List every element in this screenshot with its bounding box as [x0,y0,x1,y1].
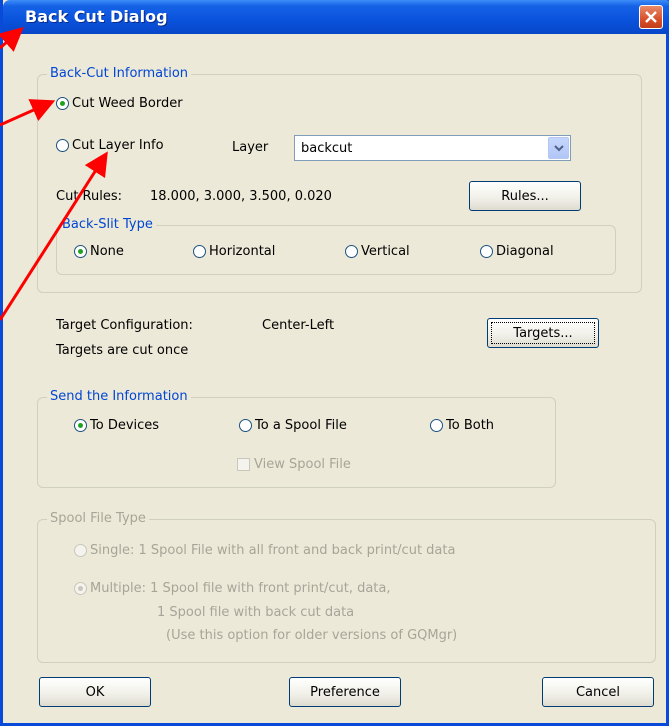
targets-cut-once: Targets are cut once [56,343,189,358]
spool-multiple-line2: 1 Spool file with back cut data [157,605,355,620]
radio-label: Cut Layer Info [72,138,164,153]
backslit-legend: Back-Slit Type [59,217,156,232]
radio-to-devices[interactable]: To Devices [74,418,159,433]
radio-indicator [56,97,69,110]
targets-button-label: Targets... [513,325,573,341]
back-cut-dialog: Back Cut Dialog Back-Cut Information Cut… [0,0,669,726]
spool-multiple-line3: (Use this option for older versions of G… [166,628,458,643]
radio-label: Multiple: 1 Spool file with front print/… [90,581,391,596]
radio-backslit-vertical[interactable]: Vertical [345,244,410,259]
chevron-down-icon [554,145,564,152]
radio-to-spool-file[interactable]: To a Spool File [239,418,347,433]
preference-button-label: Preference [310,684,380,700]
targets-button[interactable]: Targets... [487,318,599,348]
radio-indicator [239,419,252,432]
radio-indicator [193,245,206,258]
radio-spool-multiple[interactable]: Multiple: 1 Spool file with front print/… [74,581,391,596]
radio-indicator [74,419,87,432]
radio-backslit-none[interactable]: None [74,244,124,259]
title-bar[interactable]: Back Cut Dialog [3,0,669,34]
radio-label: To Both [446,418,495,433]
radio-indicator [74,582,87,595]
radio-indicator [345,245,358,258]
spool-legend: Spool File Type [47,511,149,526]
radio-backslit-diagonal[interactable]: Diagonal [480,244,554,259]
target-config-value: Center-Left [262,318,335,333]
view-spool-checkbox[interactable]: View Spool File [237,457,351,472]
rules-button[interactable]: Rules... [469,181,581,211]
radio-label: To a Spool File [255,418,347,433]
radio-label: Diagonal [496,244,554,259]
close-icon [645,11,657,23]
radio-backslit-horizontal[interactable]: Horizontal [193,244,275,259]
window-title: Back Cut Dialog [25,7,168,26]
layer-label: Layer [232,140,269,155]
radio-label: Vertical [361,244,410,259]
radio-indicator [74,544,87,557]
radio-cut-weed-border[interactable]: Cut Weed Border [56,96,183,111]
radio-cut-layer-info[interactable]: Cut Layer Info [56,138,164,153]
radio-indicator [74,245,87,258]
radio-to-both[interactable]: To Both [430,418,494,433]
target-config-label: Target Configuration: [56,318,193,333]
ok-button-label: OK [85,684,105,700]
checkbox-label: View Spool File [254,457,351,472]
layer-select-value: backcut [301,141,353,156]
radio-label: Horizontal [209,244,276,259]
send-legend: Send the Information [47,389,191,404]
ok-button[interactable]: OK [39,677,151,707]
radio-indicator [56,139,69,152]
layer-select[interactable]: backcut [294,135,571,161]
checkbox-indicator [237,458,250,471]
cut-rules-value: 18.000, 3.000, 3.500, 0.020 [150,189,332,204]
radio-spool-single[interactable]: Single: 1 Spool File with all front and … [74,543,455,558]
rules-button-label: Rules... [501,188,549,204]
backcut-legend: Back-Cut Information [47,66,192,81]
dropdown-button[interactable] [548,137,569,159]
cancel-button-label: Cancel [575,684,621,700]
radio-indicator [480,245,493,258]
radio-label: Cut Weed Border [72,96,183,111]
cancel-button[interactable]: Cancel [542,677,654,707]
send-group: Send the Information [37,389,556,488]
radio-label: To Devices [90,418,160,433]
cut-rules-label: Cut Rules: [56,189,122,204]
preference-button[interactable]: Preference [289,677,401,707]
radio-indicator [430,419,443,432]
radio-label: None [90,244,124,259]
radio-label: Single: 1 Spool File with all front and … [90,543,456,558]
close-button[interactable] [639,5,663,29]
